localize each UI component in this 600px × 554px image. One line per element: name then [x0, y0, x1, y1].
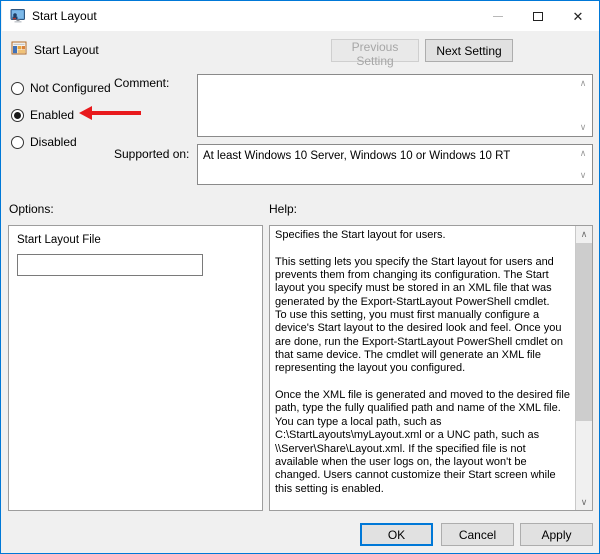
radio-circle [11, 82, 24, 95]
scroll-down-icon[interactable]: ∨ [576, 494, 592, 510]
comment-label: Comment: [114, 76, 169, 90]
apply-button[interactable]: Apply [520, 523, 593, 546]
setting-name: Start Layout [34, 43, 99, 57]
window-title: Start Layout [32, 1, 97, 31]
radio-enabled[interactable]: Enabled [11, 108, 74, 122]
close-icon: ✕ [573, 10, 584, 23]
policy-setting-icon [11, 40, 27, 56]
ok-button[interactable]: OK [360, 523, 433, 546]
scroll-up-icon[interactable]: ∧ [576, 226, 592, 242]
radio-not-configured[interactable]: Not Configured [11, 81, 111, 95]
options-label: Options: [9, 202, 54, 216]
start-layout-file-label: Start Layout File [17, 234, 101, 246]
chevron-down-icon[interactable]: ∨ [576, 170, 590, 181]
comment-textarea[interactable]: ∧ ∨ [197, 74, 593, 137]
supported-on-box: At least Windows 10 Server, Windows 10 o… [197, 144, 593, 185]
cancel-button[interactable]: Cancel [441, 523, 514, 546]
close-button[interactable]: ✕ [562, 1, 594, 31]
next-setting-button[interactable]: Next Setting [425, 39, 513, 62]
options-panel: Start Layout File [8, 225, 263, 511]
start-layout-policy-dialog: Start Layout ✕ Start Layout Previous Set… [0, 0, 600, 554]
scrollbar-thumb[interactable] [576, 243, 592, 421]
help-label: Help: [269, 202, 297, 216]
red-annotation-arrow-icon [79, 106, 141, 120]
help-text: Specifies the Start layout for users. Th… [270, 226, 575, 510]
titlebar: Start Layout ✕ [2, 1, 599, 31]
radio-disabled[interactable]: Disabled [11, 135, 77, 149]
previous-setting-button[interactable]: Previous Setting [331, 39, 419, 62]
minimize-icon [493, 16, 503, 17]
gpedit-console-icon [10, 8, 26, 24]
chevron-down-icon[interactable]: ∨ [576, 122, 590, 133]
chevron-up-icon[interactable]: ∧ [576, 148, 590, 159]
help-scrollbar[interactable]: ∧ ∨ [575, 226, 592, 510]
radio-circle [11, 136, 24, 149]
help-panel: Specifies the Start layout for users. Th… [269, 225, 593, 511]
radio-circle [11, 109, 24, 122]
chevron-up-icon[interactable]: ∧ [576, 78, 590, 89]
supported-on-value: At least Windows 10 Server, Windows 10 o… [203, 149, 572, 163]
maximize-button[interactable] [522, 1, 554, 31]
minimize-button [482, 1, 514, 31]
start-layout-file-input[interactable] [17, 254, 203, 276]
supported-on-label: Supported on: [114, 147, 189, 161]
maximize-icon [533, 12, 543, 21]
